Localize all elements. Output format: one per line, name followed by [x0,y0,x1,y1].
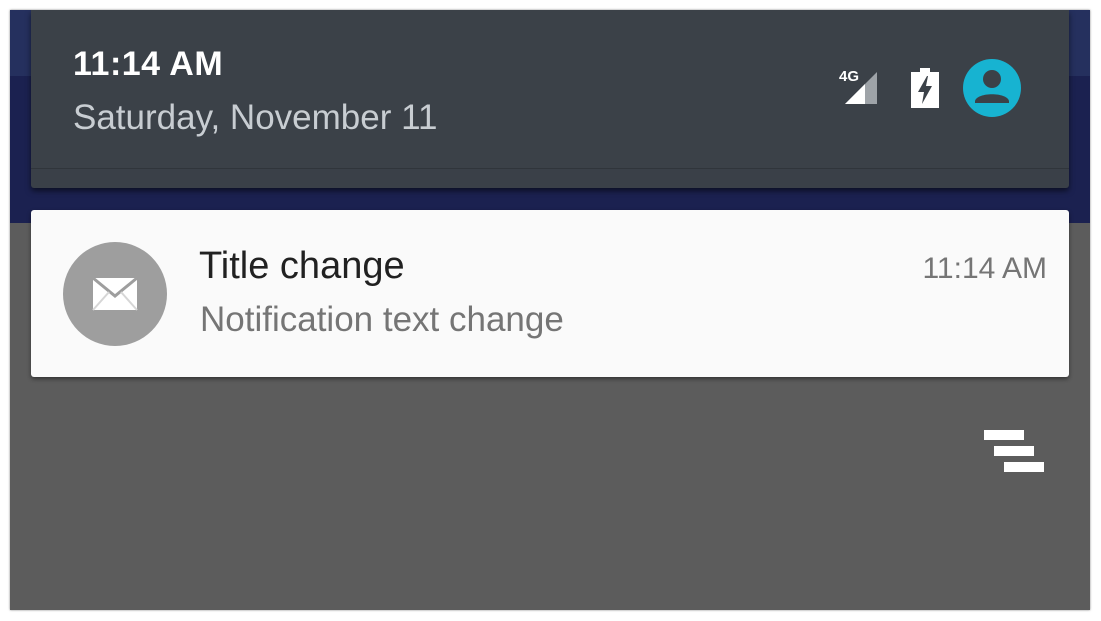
notification-app-icon [63,242,167,346]
signal-strength-icon [845,72,877,104]
clear-all-icon [984,430,1044,472]
email-icon [92,277,138,311]
quick-settings-header[interactable]: 11:14 AM Saturday, November 11 4G [31,10,1069,188]
signal-icon: 4G [839,68,887,108]
notification-time: 11:14 AM [922,252,1047,285]
clear-all-button[interactable] [982,428,1048,478]
notification-text: Notification text change [200,300,564,339]
status-icons: 4G [839,58,1021,118]
header-clock[interactable]: 11:14 AM [73,45,223,84]
header-date[interactable]: Saturday, November 11 [73,98,437,138]
notification-card[interactable]: Title change Notification text change 11… [31,210,1069,377]
header-panel: 11:14 AM Saturday, November 11 4G [31,10,1069,169]
notification-title: Title change [199,245,405,287]
user-avatar-icon[interactable] [963,59,1021,117]
battery-charging-icon [911,68,939,108]
notification-shade: 11:14 AM Saturday, November 11 4G Title … [10,10,1090,610]
